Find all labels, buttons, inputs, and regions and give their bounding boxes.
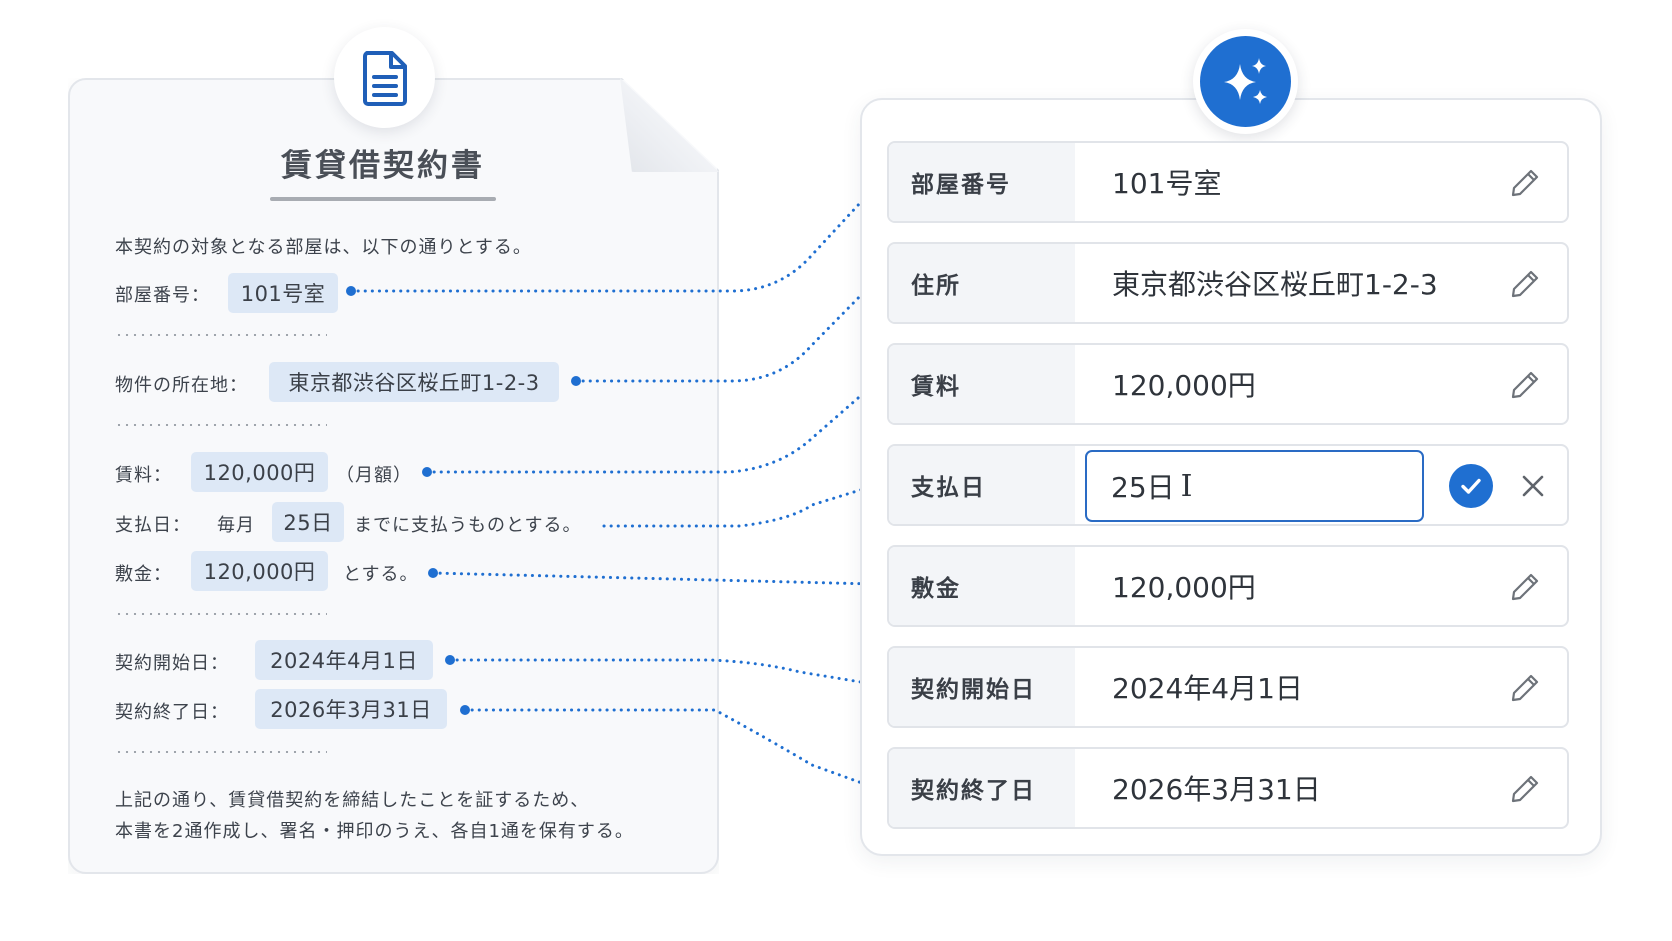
pencil-icon[interactable] (1507, 165, 1543, 201)
document-title: 賃貸借契約書 (281, 148, 485, 184)
closing-line-2: 本書を2通作成し、署名・押印のうえ、各自1通を保有する。 (115, 821, 634, 842)
rent-suffix: （月額） (336, 465, 412, 486)
field-label: 契約終了日 (911, 778, 1036, 804)
closing-line-1: 上記の通り、賃貸借契約を締結したことを証するため、 (115, 790, 590, 811)
pencil-icon[interactable] (1507, 266, 1543, 302)
field-value[interactable]: 101号室 (1112, 143, 1221, 221)
end-label: 契約終了日： (115, 702, 229, 723)
dotted-separator (115, 751, 327, 753)
field-label: 住所 (911, 273, 961, 299)
field-value[interactable]: 2026年3月31日 (1112, 749, 1321, 827)
deposit-chip[interactable]: 120,000円 (191, 551, 328, 591)
field-row-address: 住所 東京都渋谷区桜丘町1-2-3 (887, 242, 1569, 324)
intro-text: 本契約の対象となる部屋は、以下の通りとする。 (115, 237, 532, 258)
payday-input[interactable]: 25日 I (1085, 450, 1424, 522)
title-underline (270, 197, 496, 201)
payday-chip[interactable]: 25日 (272, 502, 344, 542)
field-label: 賃料 (911, 374, 961, 400)
field-label: 敷金 (911, 576, 961, 602)
text-cursor-icon: I (1180, 468, 1193, 504)
payday-suffix: までに支払うものとする。 (354, 515, 582, 536)
dotted-separator (115, 424, 327, 426)
dotted-separator (115, 334, 327, 336)
rent-chip[interactable]: 120,000円 (191, 452, 328, 492)
field-value[interactable]: 東京都渋谷区桜丘町1-2-3 (1112, 244, 1438, 322)
close-icon[interactable] (1513, 466, 1553, 506)
field-label: 契約開始日 (911, 677, 1036, 703)
document-icon (362, 50, 407, 106)
field-label: 支払日 (911, 475, 986, 501)
deposit-suffix: とする。 (343, 564, 419, 585)
payday-input-value: 25日 (1111, 471, 1175, 504)
payday-label: 支払日： (115, 515, 191, 536)
document-badge (334, 27, 435, 128)
ai-badge-fill (1200, 36, 1291, 127)
field-label: 部屋番号 (911, 172, 1011, 198)
field-row-end: 契約終了日 2026年3月31日 (887, 747, 1569, 829)
sparkle-icon (1223, 57, 1267, 104)
dotted-separator (115, 613, 327, 615)
pencil-icon[interactable] (1507, 670, 1543, 706)
field-value[interactable]: 2024年4月1日 (1112, 648, 1303, 726)
room-label: 部屋番号： (115, 285, 210, 306)
room-chip[interactable]: 101号室 (228, 273, 338, 313)
field-value[interactable]: 120,000円 (1112, 547, 1256, 625)
end-chip[interactable]: 2026年3月31日 (255, 689, 447, 729)
rent-label: 賃料： (115, 465, 172, 486)
start-label: 契約開始日： (115, 653, 229, 674)
ai-badge (1193, 29, 1298, 134)
field-row-rent: 賃料 120,000円 (887, 343, 1569, 425)
pencil-icon[interactable] (1507, 569, 1543, 605)
field-row-deposit: 敷金 120,000円 (887, 545, 1569, 627)
field-row-room: 部屋番号 101号室 (887, 141, 1569, 223)
address-chip[interactable]: 東京都渋谷区桜丘町1-2-3 (269, 362, 559, 402)
address-label: 物件の所在地： (115, 375, 248, 396)
pencil-icon[interactable] (1507, 771, 1543, 807)
check-icon[interactable] (1449, 464, 1493, 508)
pencil-icon[interactable] (1507, 367, 1543, 403)
field-value[interactable]: 120,000円 (1112, 345, 1256, 423)
field-row-start: 契約開始日 2024年4月1日 (887, 646, 1569, 728)
start-chip[interactable]: 2024年4月1日 (255, 640, 433, 680)
deposit-label: 敷金： (115, 564, 172, 585)
payday-prefix: 毎月 (217, 515, 255, 536)
